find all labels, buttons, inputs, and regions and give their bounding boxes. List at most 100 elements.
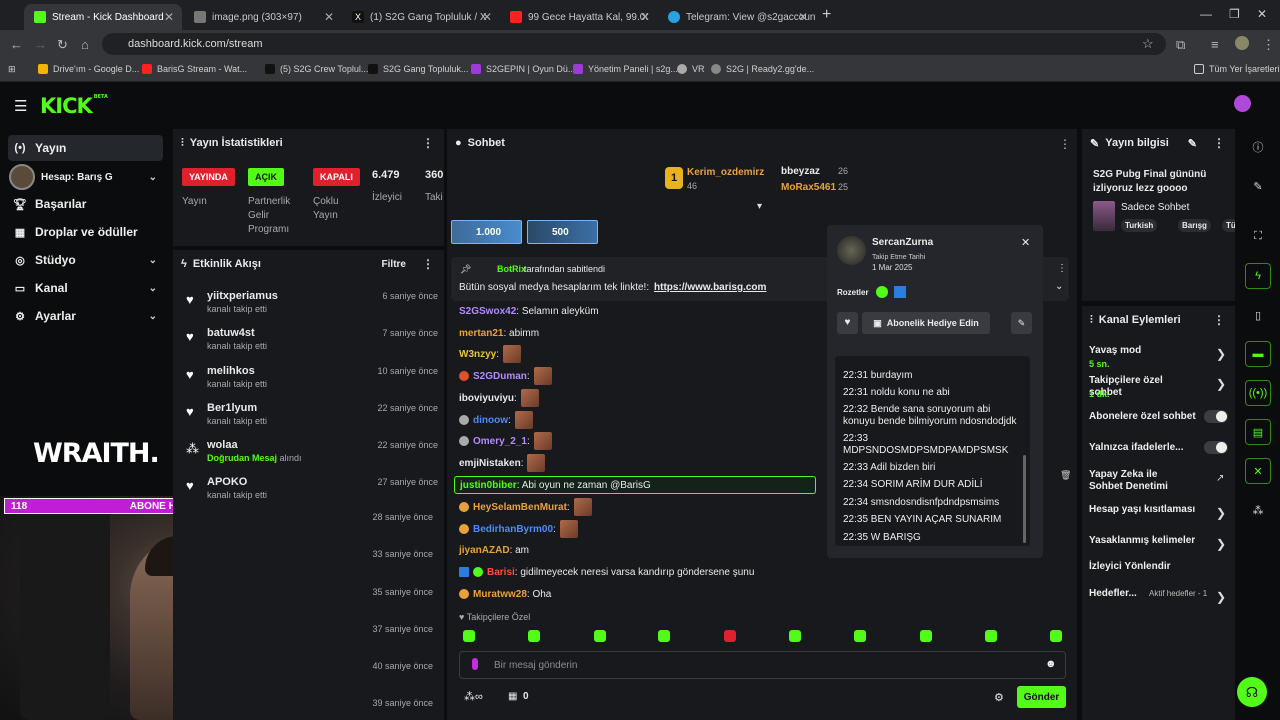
chat-username[interactable]: HeySelamBenMurat [473,502,567,513]
chat-username[interactable]: S2GDuman [473,371,527,382]
emote-button[interactable] [789,630,801,642]
tab-image[interactable]: image.png (303×97) ✕ [184,4,342,30]
nav-item-ayarlar[interactable]: ⚙ Ayarlar ⌄ [8,303,163,329]
all-bookmarks[interactable]: Tüm Yer İşaretleri [1194,64,1280,74]
chat-input[interactable]: Bir mesaj gönderin ☻ [459,651,1066,679]
more-options-icon[interactable]: ⋮ [1057,263,1067,274]
chat-message[interactable]: W3nzyy: [459,345,522,363]
profile-avatar[interactable] [1235,36,1249,50]
nav-account-switcher[interactable]: Hesap: Barış G ⌄ [8,164,163,190]
chevron-right-icon[interactable]: ❯ [1216,590,1226,604]
tab-kick-dashboard[interactable]: Stream - Kick Dashboard ✕ [24,4,182,30]
chat-message[interactable]: Muratww28: Oha [459,585,551,603]
chat-username[interactable]: W3nzyy [459,349,496,360]
emote-button[interactable] [1050,630,1062,642]
bookmark-item[interactable]: Drive'ım - Google D... [38,64,139,74]
chat-message[interactable]: HeySelamBenMurat: [459,498,592,516]
tab-youtube[interactable]: 99 Gece Hayatta Kal, 99.000 Do ✕ [500,4,658,30]
more-options-icon[interactable]: ⋮ [422,136,434,150]
chevron-down-icon[interactable]: ⌄ [1055,281,1063,292]
close-icon[interactable]: ✕ [324,10,334,24]
emote-button[interactable] [854,630,866,642]
channel-action-label[interactable]: Yasaklanmış kelimeler [1089,535,1209,547]
chat-username[interactable]: justin0biber [460,480,517,491]
chat-message[interactable]: iboviyuviyu: [459,389,539,407]
toggle-switch[interactable] [1204,441,1228,454]
chevron-right-icon[interactable]: ❯ [1216,537,1226,551]
nav-item-basarilar[interactable]: 🏆︎ Başarılar [8,191,163,217]
chat-username[interactable]: Omery_2_1 [473,436,527,447]
support-button[interactable]: ☊ [1237,677,1267,707]
tab-x[interactable]: X (1) S2G Gang Topluluk / X ✕ [342,4,500,30]
emote-button[interactable] [658,630,670,642]
forward-button[interactable]: → [34,37,47,52]
wrench-icon[interactable]: ✕ [1245,458,1271,484]
user-avatar[interactable] [1234,95,1251,112]
bookmark-item[interactable]: BarisG Stream - Wat... [142,64,247,74]
bookmark-star-icon[interactable]: ☆ [1142,36,1154,52]
pinned-link[interactable]: https://www.barisg.com [654,282,766,293]
apps-icon[interactable]: ⊞ [8,64,16,75]
microphone-icon[interactable] [472,658,478,670]
activity-item[interactable]: ⁂ wolaa Doğrudan Mesaj alındı 22 saniye önc… [183,438,438,474]
extensions-icon[interactable]: ⧉ [1176,37,1185,53]
follow-heart-button[interactable]: ♥ [837,312,858,334]
nav-item-studyo[interactable]: ◎ Stüdyo ⌄ [8,247,163,273]
back-button[interactable]: ← [10,37,23,52]
emote-button[interactable] [920,630,932,642]
window-close-button[interactable]: ✕ [1257,7,1267,21]
chevron-right-icon[interactable]: ❯ [1216,506,1226,520]
chat-message[interactable]: BedirhanByrm00: [459,520,578,538]
minimize-button[interactable]: — [1200,7,1212,21]
channel-action-label[interactable]: Yapay Zeka ile Sohbet Denetimi [1089,469,1194,493]
gift-goal-1000[interactable]: 1.000 [451,220,522,244]
emote-button[interactable] [463,630,475,642]
trash-icon[interactable]: 🗑︎ [1060,470,1071,481]
filter-button[interactable]: Filtre [382,259,406,270]
chat-username[interactable]: mertan21 [459,328,503,339]
external-link-icon[interactable]: ↗ [1216,473,1224,484]
document-icon[interactable]: ▯ [1245,302,1271,328]
chat-message[interactable]: justin0biber: Abi oyun ne zaman @BarisG [454,476,816,494]
send-button[interactable]: Gönder [1017,686,1066,708]
channel-action-label[interactable]: İzleyici Yönlendir [1089,561,1209,573]
more-options-icon[interactable]: ⋮ [1059,137,1071,151]
chat-message[interactable]: Barisi: gidilmeyecek neresi varsa kandır… [459,563,754,581]
activity-item[interactable]: ♥ Ber1lyum kanalı takip etti 22 saniye önce [183,401,438,437]
info-icon[interactable]: ⓘ [1245,134,1271,160]
chat-username[interactable]: BedirhanByrm00 [473,524,553,535]
close-icon[interactable]: ✕ [640,10,650,24]
chat-message[interactable]: Omery_2_1: [459,432,552,450]
new-tab-button[interactable]: + [822,6,831,24]
home-button[interactable]: ⌂ [81,37,89,52]
bookmark-item[interactable]: Yönetim Paneli | s2g... [573,64,678,74]
chat-username[interactable]: emjiNistaken [459,458,521,469]
mod-action-button[interactable]: ✎ [1011,312,1032,334]
gift-sub-button[interactable]: ▣ Abonelik Hediye Edin [862,312,990,334]
bookmark-item[interactable]: S2GEPIN | Oyun Dü... [471,64,575,74]
media-icon[interactable]: ≡ [1211,37,1219,52]
layout-icon[interactable]: ▤ [1245,419,1271,445]
channel-action-label[interactable]: Abonelere özel sohbet [1089,411,1209,423]
chat-message[interactable]: dinoow: [459,411,533,429]
close-icon[interactable]: ✕ [798,10,808,24]
emote-button[interactable] [985,630,997,642]
chat-username[interactable]: iboviyuviyu [459,393,514,404]
chat-message[interactable]: mertan21: abimm [459,324,539,342]
channel-action-label[interactable]: Hesap yaşı kısıtlaması [1089,504,1209,516]
chevron-right-icon[interactable]: ❯ [1216,377,1226,391]
hamburger-menu-icon[interactable]: ☰ [14,97,27,115]
emote-button[interactable] [594,630,606,642]
chat-username[interactable]: Muratww28 [473,589,527,600]
activity-item[interactable]: ♥ melihkos kanalı takip etti 10 saniye önce [183,364,438,400]
nav-item-yayin[interactable]: (•) Yayın [8,135,163,161]
chat-message[interactable]: jiyanAZAD: am [459,541,529,559]
activity-item[interactable]: ♥ APOKO kanalı takip etti 27 saniye önce [183,475,438,511]
close-icon[interactable]: ✕ [1021,236,1030,249]
emote-button[interactable] [724,630,736,642]
url-field[interactable]: dashboard.kick.com/stream [102,33,1166,55]
chevron-right-icon[interactable]: ❯ [1216,347,1226,361]
edit-icon[interactable]: ✎ [1245,173,1271,199]
chat-username[interactable]: jiyanAZAD [459,545,510,556]
emoji-icon[interactable]: ☻ [1045,658,1057,670]
